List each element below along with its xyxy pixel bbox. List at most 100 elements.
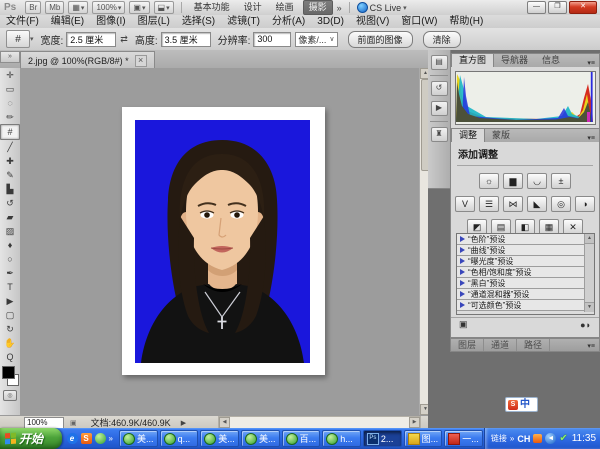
photo-document[interactable] xyxy=(122,107,325,375)
taskbar-button-5[interactable]: 百... xyxy=(282,430,321,447)
move-tool[interactable]: ✛ xyxy=(1,68,19,82)
view-extras-icon[interactable]: ▦▾ xyxy=(68,1,88,14)
mini-bridge-panel-icon[interactable]: ▤ xyxy=(431,55,448,70)
clone-stamp-tool[interactable]: ▙ xyxy=(1,182,19,196)
tab-info[interactable]: 信息 xyxy=(535,54,567,67)
panel-menu-icon[interactable]: ▾≡ xyxy=(587,340,599,350)
menu-window[interactable]: 窗口(W) xyxy=(395,15,443,28)
scroll-up-icon[interactable]: ▲ xyxy=(585,234,594,244)
taskbar-button-6[interactable]: h... xyxy=(322,430,361,447)
menu-filter[interactable]: 滤镜(T) xyxy=(221,15,266,28)
eyedropper-tool[interactable]: ╱ xyxy=(1,140,19,154)
tray-chevron-icon[interactable]: » xyxy=(510,434,514,443)
tab-adjustments[interactable]: 调整 xyxy=(451,128,485,142)
resolution-input[interactable]: 300 xyxy=(253,32,291,47)
type-tool[interactable]: T xyxy=(1,280,19,294)
panel-menu-icon[interactable]: ▾≡ xyxy=(587,132,599,142)
tab-layers[interactable]: 图层 xyxy=(451,339,484,351)
preset-levels[interactable]: “色阶”预设 xyxy=(457,234,594,245)
sogou-ime-icon[interactable]: S xyxy=(508,400,518,410)
language-indicator[interactable]: CH xyxy=(517,434,530,444)
taskbar-button-9[interactable]: 一... xyxy=(444,430,483,447)
history-panel-icon[interactable]: ↺ xyxy=(431,81,448,96)
mini-bridge-icon[interactable]: Mb xyxy=(45,1,64,14)
menu-file[interactable]: 文件(F) xyxy=(0,15,45,28)
ie-icon[interactable]: e xyxy=(67,433,78,444)
close-button[interactable]: ✕ xyxy=(569,1,597,14)
menu-select[interactable]: 选择(S) xyxy=(176,15,221,28)
screen-mode-icon[interactable]: ⬓▾ xyxy=(154,1,174,14)
menu-analysis[interactable]: 分析(A) xyxy=(266,15,311,28)
clone-source-panel-icon[interactable]: ♜ xyxy=(431,127,448,142)
preset-exposure[interactable]: “曝光度”预设 xyxy=(457,256,594,267)
workspace-design[interactable]: 设计 xyxy=(239,1,267,14)
ime-mode-indicator[interactable]: 中 xyxy=(520,398,530,411)
expand-triangle-icon[interactable] xyxy=(460,258,465,264)
exposure-icon[interactable]: ± xyxy=(551,173,571,189)
scroll-left-icon[interactable]: ◀ xyxy=(219,417,230,428)
tab-paths[interactable]: 路径 xyxy=(517,339,550,351)
levels-icon[interactable]: ▆ xyxy=(503,173,523,189)
document-tab[interactable]: 2.jpg @ 100%(RGB/8#) * × xyxy=(20,51,155,69)
workspace-painting[interactable]: 绘画 xyxy=(271,1,299,14)
taskbar-button-photoshop[interactable]: Ps2... xyxy=(363,430,402,447)
scroll-down-icon[interactable]: ▼ xyxy=(585,302,594,312)
actions-panel-icon[interactable]: ▶ xyxy=(431,101,448,116)
browser-icon[interactable] xyxy=(95,433,106,444)
preset-curves[interactable]: “曲线”预设 xyxy=(457,245,594,256)
tray-update-icon[interactable]: ◄ xyxy=(545,433,556,444)
taskbar-button-1[interactable]: 美... xyxy=(119,430,158,447)
security-shield-icon[interactable]: ✔ xyxy=(559,433,567,444)
preset-selective-color[interactable]: “可选颜色”预设 xyxy=(457,300,594,311)
hue-saturation-icon[interactable]: ☰ xyxy=(479,196,499,212)
spot-healing-tool[interactable]: ✚ xyxy=(1,154,19,168)
preset-black-white[interactable]: “黑白”预设 xyxy=(457,278,594,289)
clip-toggle-icon[interactable]: ●◗ xyxy=(580,320,591,330)
expand-triangle-icon[interactable] xyxy=(460,302,465,308)
workspace-more-chevron[interactable]: » xyxy=(337,3,342,13)
curves-icon[interactable]: ◡ xyxy=(527,173,547,189)
channel-mixer-icon[interactable]: ◑ xyxy=(575,196,595,212)
taskbar-button-4[interactable]: 美... xyxy=(241,430,280,447)
clear-button[interactable]: 清除 xyxy=(423,31,461,48)
gradient-tool[interactable]: ▨ xyxy=(1,224,19,238)
menu-image[interactable]: 图像(I) xyxy=(90,15,131,28)
marquee-tool[interactable]: ▭ xyxy=(1,82,19,96)
sogou-icon[interactable]: S xyxy=(81,433,92,444)
dodge-tool[interactable]: ○ xyxy=(1,252,19,266)
path-selection-tool[interactable]: ▶ xyxy=(1,294,19,308)
zoom-level-control[interactable]: 100%▾ xyxy=(92,1,125,14)
expand-triangle-icon[interactable] xyxy=(460,291,465,297)
color-balance-icon[interactable]: ⋈ xyxy=(503,196,523,212)
bridge-icon[interactable]: Br xyxy=(25,1,41,14)
tab-close-icon[interactable]: × xyxy=(135,55,147,67)
restore-button[interactable]: ❐ xyxy=(548,1,567,14)
height-input[interactable]: 3.5 厘米 xyxy=(161,32,211,47)
menu-3d[interactable]: 3D(D) xyxy=(311,15,350,28)
canvas-area[interactable] xyxy=(20,68,419,415)
quick-mask-button[interactable]: ◎ xyxy=(3,390,17,401)
expand-triangle-icon[interactable] xyxy=(460,247,465,253)
quick-launch-more-chevron[interactable]: » xyxy=(109,434,113,443)
expand-triangle-icon[interactable] xyxy=(460,269,465,275)
arrange-documents-icon[interactable]: ▣▾ xyxy=(129,1,149,14)
width-input[interactable]: 2.5 厘米 xyxy=(66,32,116,47)
swap-dimensions-icon[interactable]: ⇄ xyxy=(120,34,128,45)
menu-view[interactable]: 视图(V) xyxy=(350,15,395,28)
preset-list-scrollbar[interactable]: ▲ ▼ xyxy=(584,234,594,312)
minimize-button[interactable]: — xyxy=(527,1,546,14)
taskbar-button-2[interactable]: q... xyxy=(160,430,199,447)
tab-masks[interactable]: 蒙版 xyxy=(485,129,517,142)
language-bar-label[interactable]: 链接 xyxy=(491,433,507,444)
black-white-icon[interactable]: ◣ xyxy=(527,196,547,212)
zoom-tool[interactable]: Q xyxy=(1,350,19,364)
menu-edit[interactable]: 编辑(E) xyxy=(45,15,90,28)
scroll-right-icon[interactable]: ▶ xyxy=(409,417,420,428)
foreground-color-swatch[interactable] xyxy=(2,366,15,379)
taskbar-button-8[interactable]: 图... xyxy=(404,430,443,447)
pen-tool[interactable]: ✒ xyxy=(1,266,19,280)
quick-selection-tool[interactable]: ✏ xyxy=(1,110,19,124)
tool-preset-dropdown-icon[interactable]: ▾ xyxy=(30,35,34,43)
tab-histogram[interactable]: 直方图 xyxy=(451,53,494,67)
crop-tool[interactable]: # xyxy=(0,124,20,140)
